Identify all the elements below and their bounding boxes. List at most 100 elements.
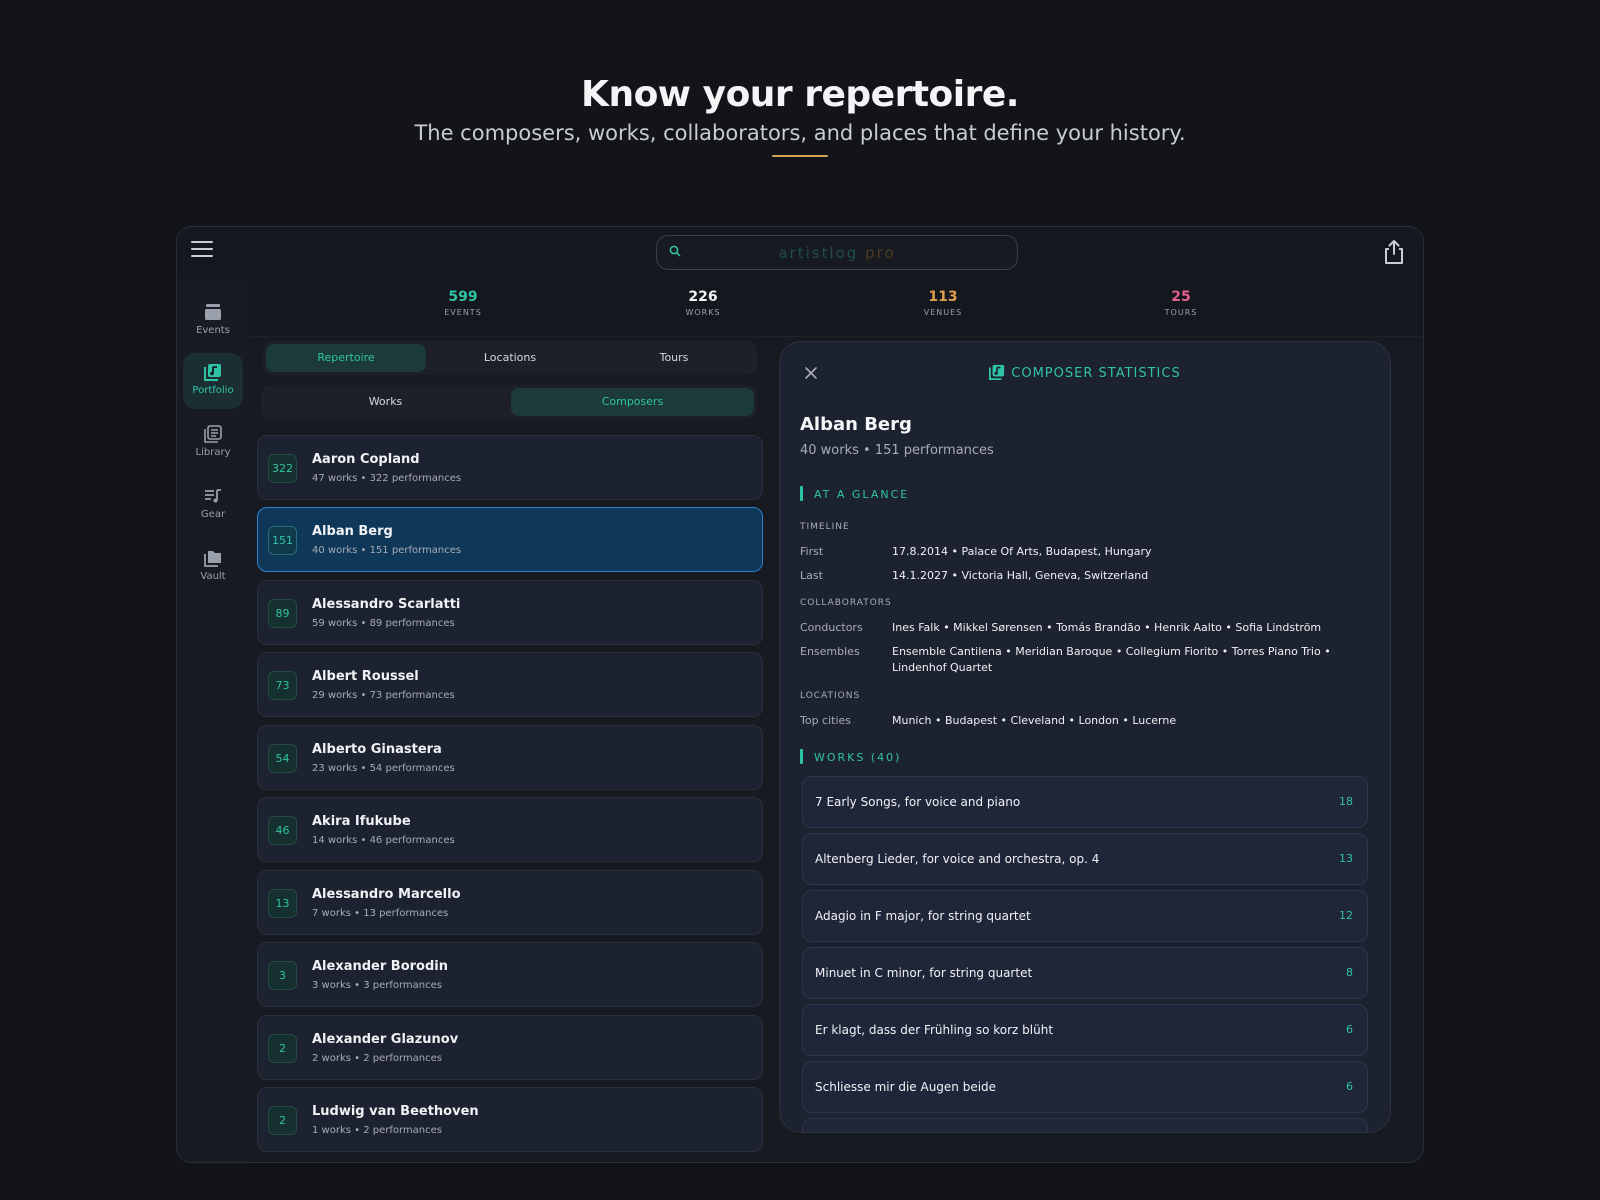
work-row[interactable]: Er klagt, dass der Frühling so korz blüh… (802, 1004, 1368, 1056)
work-row[interactable]: Minuet in C minor, for string quartet 8 (802, 947, 1368, 999)
sidebar-item-label: Portfolio (192, 385, 234, 396)
sidebar-item-label: Events (196, 325, 230, 336)
sidebar-item-library[interactable]: Library (183, 415, 243, 471)
top-cities-label: Top cities (800, 714, 852, 727)
work-row[interactable]: Altenberg Lieder, for voice and orchestr… (802, 833, 1368, 885)
group-collaborators: COLLABORATORS (800, 598, 892, 608)
composer-row[interactable]: 2 Ludwig van Beethoven 1 works • 2 perfo… (257, 1087, 763, 1152)
stat-tours[interactable]: 25 TOURS (1121, 289, 1241, 317)
top-bar: artistlog pro (177, 227, 1423, 279)
stat-works[interactable]: 226 WORKS (643, 289, 763, 317)
conductors-label: Conductors (800, 621, 863, 634)
sub-tabs: Works Composers (261, 385, 757, 419)
tab-tours[interactable]: Tours (594, 344, 754, 372)
composer-row[interactable]: 3 Alexander Borodin 3 works • 3 performa… (257, 942, 763, 1007)
work-title: Minuet in C minor, for string quartet (815, 966, 1033, 980)
composer-meta: 59 works • 89 performances (312, 618, 455, 629)
panel-title: COMPOSER STATISTICS (1011, 366, 1181, 381)
stat-value: 599 (448, 289, 478, 305)
sidebar-item-portfolio[interactable]: Portfolio (183, 353, 243, 409)
sidebar-item-vault[interactable]: Vault (183, 539, 243, 595)
work-count: 13 (1339, 852, 1353, 865)
tab-repertoire[interactable]: Repertoire (266, 344, 426, 372)
section-works: WORKS (40) (800, 749, 901, 764)
ensembles-label: Ensembles (800, 645, 860, 658)
tab-works[interactable]: Works (264, 388, 507, 416)
performance-count-badge: 2 (268, 1034, 297, 1063)
hero: Know your repertoire. The composers, wor… (0, 74, 1600, 157)
work-row[interactable]: Adagio in F major, for string quartet 12 (802, 890, 1368, 942)
section-at-a-glance: AT A GLANCE (800, 486, 909, 501)
last-label: Last (800, 569, 823, 582)
main-tabs: Repertoire Locations Tours (263, 341, 757, 375)
stat-label: VENUES (923, 308, 963, 317)
composer-row[interactable]: 13 Alessandro Marcello 7 works • 13 perf… (257, 870, 763, 935)
work-row[interactable]: Schliesse mir die Augen beide 6 (802, 1061, 1368, 1113)
work-title: Er klagt, dass der Frühling so korz blüh… (815, 1023, 1054, 1037)
tab-composers[interactable]: Composers (511, 388, 754, 416)
last-value: 14.1.2027 • Victoria Hall, Geneva, Switz… (892, 569, 1149, 582)
group-timeline: TIMELINE (800, 522, 850, 532)
work-count: 12 (1339, 909, 1353, 922)
performance-count-badge: 54 (268, 744, 297, 773)
performance-count-badge: 2 (268, 1106, 297, 1135)
composer-meta: 1 works • 2 performances (312, 1125, 442, 1136)
composer-meta: 23 works • 54 performances (312, 763, 455, 774)
composer-name: Alexander Borodin (312, 959, 449, 974)
composer-meta: 7 works • 13 performances (312, 908, 449, 919)
menu-icon[interactable] (191, 241, 213, 259)
composer-row[interactable]: 322 Aaron Copland 47 works • 322 perform… (257, 435, 763, 500)
work-title: Altenberg Lieder, for voice and orchestr… (815, 852, 1100, 866)
performance-count-badge: 89 (268, 599, 297, 628)
stat-value: 226 (688, 289, 718, 305)
composer-summary: 40 works • 151 performances (800, 443, 994, 458)
composer-statistics-panel: COMPOSER STATISTICS Alban Berg 40 works … (779, 341, 1391, 1133)
performance-count-badge: 73 (268, 671, 297, 700)
stat-venues[interactable]: 113 VENUES (883, 289, 1003, 317)
stat-label: WORKS (685, 308, 721, 317)
work-count: 18 (1339, 795, 1353, 808)
composer-name: Alexander Glazunov (312, 1032, 459, 1047)
composer-meta: 47 works • 322 performances (312, 473, 462, 484)
search-icon (669, 245, 681, 257)
composer-row[interactable]: 89 Alessandro Scarlatti 59 works • 89 pe… (257, 580, 763, 645)
sidebar-item-label: Gear (200, 509, 226, 520)
composer-name: Ludwig van Beethoven (312, 1104, 479, 1119)
first-label: First (800, 545, 824, 558)
stat-events[interactable]: 599 EVENTS (403, 289, 523, 317)
ensembles-value: Ensemble Cantilena • Meridian Baroque • … (892, 645, 1331, 674)
composer-meta: 2 works • 2 performances (312, 1053, 442, 1064)
search-input[interactable] (689, 238, 1011, 268)
work-row-partial[interactable] (802, 1118, 1368, 1132)
work-title: 7 Early Songs, for voice and piano (815, 795, 1021, 809)
composer-name: Alban Berg (312, 524, 393, 539)
work-title: Schliesse mir die Augen beide (815, 1080, 997, 1094)
composer-name: Alessandro Marcello (312, 887, 461, 902)
sidebar-item-gear[interactable]: Gear (183, 477, 243, 533)
main-content: Repertoire Locations Tours Works Compose… (249, 337, 1423, 1162)
work-title: Adagio in F major, for string quartet (815, 909, 1031, 923)
composer-row-selected[interactable]: 151 Alban Berg 40 works • 151 performanc… (257, 507, 763, 572)
work-row[interactable]: 7 Early Songs, for voice and piano 18 (802, 776, 1368, 828)
tab-locations[interactable]: Locations (430, 344, 590, 372)
composer-meta: 40 works • 151 performances (312, 545, 462, 556)
search-bar[interactable]: artistlog pro (656, 235, 1018, 270)
composer-row[interactable]: 2 Alexander Glazunov 2 works • 2 perform… (257, 1015, 763, 1080)
composer-row[interactable]: 73 Albert Roussel 29 works • 73 performa… (257, 652, 763, 717)
work-count: 8 (1346, 966, 1353, 979)
works-list: 7 Early Songs, for voice and piano 18 Al… (800, 776, 1370, 1132)
composer-name: Alessandro Scarlatti (312, 597, 461, 612)
composer-row[interactable]: 46 Akira Ifukube 14 works • 46 performan… (257, 797, 763, 862)
portfolio-icon (204, 364, 221, 381)
panel-header: COMPOSER STATISTICS (780, 364, 1390, 381)
top-cities-value: Munich • Budapest • Cleveland • London •… (892, 714, 1177, 727)
work-count: 6 (1346, 1080, 1353, 1093)
stat-label: TOURS (1164, 308, 1198, 317)
work-count: 6 (1346, 1023, 1353, 1036)
events-icon (205, 304, 221, 320)
hero-divider (772, 155, 828, 157)
composer-row[interactable]: 54 Alberto Ginastera 23 works • 54 perfo… (257, 725, 763, 790)
performance-count-badge: 46 (268, 816, 297, 845)
share-icon[interactable] (1383, 239, 1405, 265)
sidebar-item-events[interactable]: Events (183, 293, 243, 349)
